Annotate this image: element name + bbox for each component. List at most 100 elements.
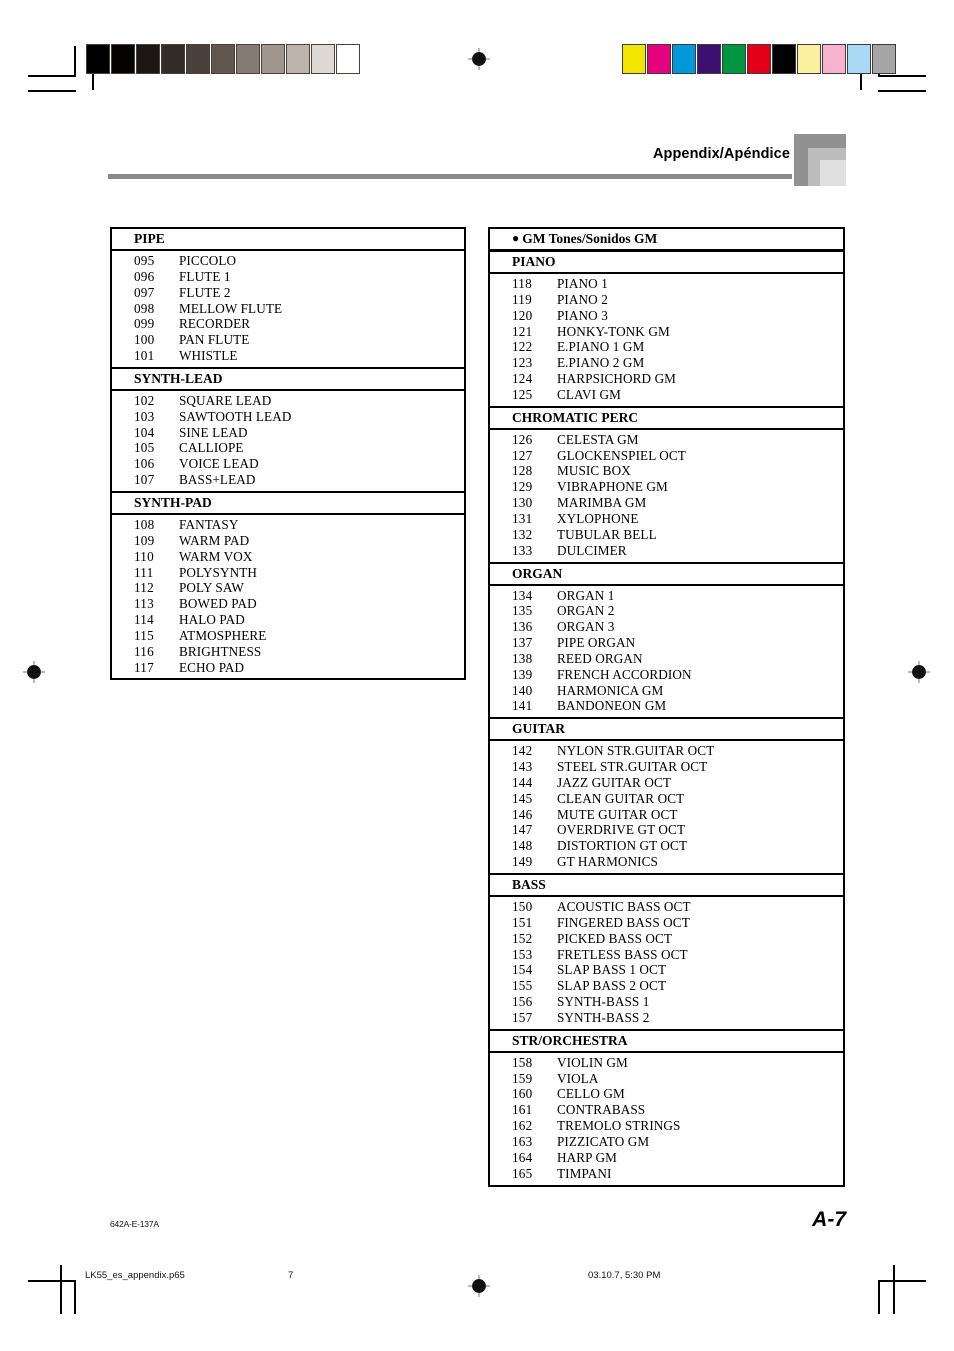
calibration-swatch [136, 44, 160, 74]
calibration-swatch [772, 44, 796, 74]
tone-name: XYLOPHONE [557, 510, 639, 526]
tone-number: 129 [512, 479, 533, 495]
tone-name: PIPE ORGAN [557, 635, 636, 651]
table-row: 104 SINE LEAD [112, 425, 464, 441]
tone-name: GLOCKENSPIEL OCT [557, 447, 686, 463]
print-filename: LK55_es_appendix.p65 [85, 1270, 185, 1281]
table-row: 114 HALO PAD [112, 612, 464, 628]
tone-number: 151 [512, 914, 533, 930]
tone-number: 136 [512, 619, 533, 635]
crop-mark-bottom-right-tick [893, 1265, 895, 1314]
crop-mark-top-right-horizontal [878, 75, 926, 77]
table-row: 127 GLOCKENSPIEL OCT [490, 448, 843, 464]
category-header: PIANO [490, 250, 843, 274]
tone-name: E.PIANO 1 GM [557, 339, 645, 355]
tone-number: 142 [512, 743, 533, 759]
tone-number: 155 [512, 978, 533, 994]
table-row: 111 POLYSYNTH [112, 565, 464, 581]
tone-name: FLUTE 2 [179, 284, 231, 300]
category-rows: 118 PIANO 1 119 PIANO 2 120 PIANO 3 121 HONKY-T… [490, 274, 843, 406]
category-rows: 108 FANTASY 109 WARM PAD 110 WARM VOX 111 POLYS… [112, 515, 464, 678]
tone-name: MUTE GUITAR OCT [557, 806, 678, 822]
tone-number: 135 [512, 603, 533, 619]
bullet-icon: ● [512, 231, 520, 245]
tone-number: 158 [512, 1054, 533, 1070]
registration-target-left [23, 661, 45, 683]
tone-name: SYNTH-BASS 1 [557, 994, 650, 1010]
table-row: 148 DISTORTION GT OCT [490, 838, 843, 854]
calibration-swatch [186, 44, 210, 74]
tone-number: 121 [512, 323, 533, 339]
tone-number: 132 [512, 526, 533, 542]
table-row: 100 PAN FLUTE [112, 332, 464, 348]
tone-name: ACOUSTIC BASS OCT [557, 899, 691, 914]
tone-name: HALO PAD [179, 612, 245, 628]
table-row: 138 REED ORGAN [490, 651, 843, 667]
tone-name: PICKED BASS OCT [557, 930, 673, 946]
tone-number: 161 [512, 1102, 533, 1118]
calibration-swatch [647, 44, 671, 74]
calibration-swatch [747, 44, 771, 74]
tone-name: FINGERED BASS OCT [557, 914, 690, 930]
tone-number: 138 [512, 650, 533, 666]
table-row: 163 PIZZICATO GM [490, 1134, 843, 1150]
tone-number: 150 [512, 899, 533, 914]
category-header: STR/ORCHESTRA [490, 1028, 843, 1053]
tone-number: 117 [134, 659, 154, 675]
table-row: 132 TUBULAR BELL [490, 527, 843, 543]
tone-number: 157 [512, 1009, 533, 1025]
tone-number: 098 [134, 300, 155, 316]
tone-name: HARP GM [557, 1149, 617, 1165]
tone-number: 149 [512, 854, 533, 870]
tone-name: HARPSICHORD GM [557, 371, 677, 387]
tone-number: 160 [512, 1086, 533, 1102]
table-row: 105 CALLIOPE [112, 440, 464, 456]
tone-name: JAZZ GUITAR OCT [557, 774, 671, 790]
tone-number: 103 [134, 408, 155, 424]
tone-name: NYLON STR.GUITAR OCT [557, 743, 715, 759]
tone-number: 134 [512, 587, 533, 603]
table-row: 139 FRENCH ACCORDION [490, 667, 843, 683]
registration-target-right [908, 661, 930, 683]
tone-number: 125 [512, 386, 533, 402]
tone-name: VOICE LEAD [179, 456, 259, 472]
tone-number: 164 [512, 1149, 533, 1165]
tone-name: CALLIOPE [179, 440, 244, 456]
table-row: 155 SLAP BASS 2 OCT [490, 978, 843, 994]
category-header: BASS [490, 873, 843, 897]
tone-name: FRETLESS BASS OCT [557, 946, 688, 962]
tone-name: CONTRABASS [557, 1102, 646, 1118]
tone-number: 152 [512, 930, 533, 946]
tone-name: STEEL STR.GUITAR OCT [557, 759, 708, 775]
tone-name: PAN FLUTE [179, 332, 250, 348]
table-row: 131 XYLOPHONE [490, 511, 843, 527]
tone-name: ATMOSPHERE [179, 627, 267, 643]
table-row: 103 SAWTOOTH LEAD [112, 409, 464, 425]
tone-name: BOWED PAD [179, 596, 257, 612]
table-row: 165 TIMPANI [490, 1166, 843, 1182]
registration-target-top-center [468, 48, 490, 70]
category-rows: 102 SQUARE LEAD 103 SAWTOOTH LEAD 104 SINE LE… [112, 391, 464, 491]
crop-mark-bottom-left-vertical [74, 1280, 76, 1314]
table-row: 145 CLEAN GUITAR OCT [490, 791, 843, 807]
tone-number: 124 [512, 371, 533, 387]
table-title-header: ● GM Tones/Sonidos GM [490, 229, 843, 250]
tone-number: 147 [512, 822, 533, 838]
tone-name: POLY SAW [179, 580, 244, 596]
tone-number: 116 [134, 643, 154, 659]
table-row: 164 HARP GM [490, 1150, 843, 1166]
table-row: 156 SYNTH-BASS 1 [490, 994, 843, 1010]
tone-number: 112 [134, 580, 154, 596]
registration-target-bottom-center [468, 1275, 490, 1297]
tone-number: 109 [134, 532, 155, 548]
table-row: 151 FINGERED BASS OCT [490, 915, 843, 931]
tone-name: CELLO GM [557, 1086, 625, 1102]
table-row: 150 ACOUSTIC BASS OCT [490, 899, 843, 915]
table-row: 125 CLAVI GM [490, 387, 843, 403]
tone-name: DISTORTION GT OCT [557, 838, 688, 854]
tone-name: CELESTA GM [557, 431, 639, 447]
table-row: 119 PIANO 2 [490, 292, 843, 308]
calibration-swatch [211, 44, 235, 74]
crop-mark-top-left-vertical [74, 46, 76, 76]
tone-number: 137 [512, 635, 533, 651]
